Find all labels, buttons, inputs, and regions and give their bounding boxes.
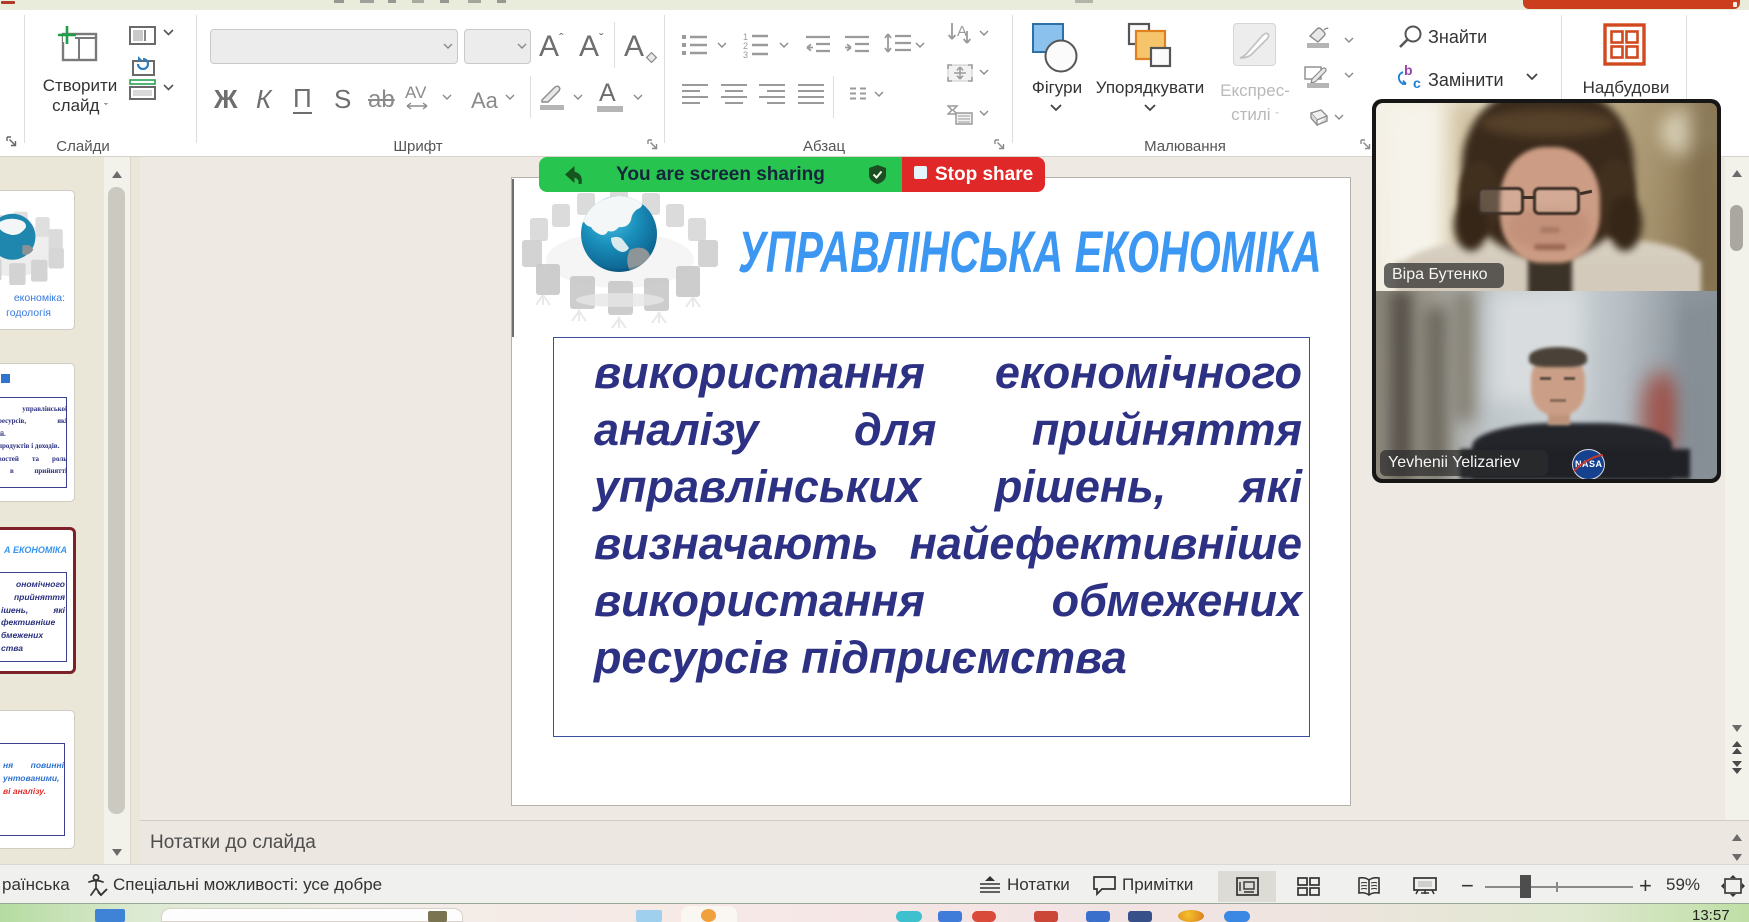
- svg-text:AV: AV: [405, 84, 427, 102]
- svg-text:b: b: [1404, 64, 1413, 78]
- svg-text:3: 3: [743, 50, 748, 58]
- svg-text:c: c: [1413, 75, 1421, 90]
- svg-text:A: A: [957, 23, 967, 40]
